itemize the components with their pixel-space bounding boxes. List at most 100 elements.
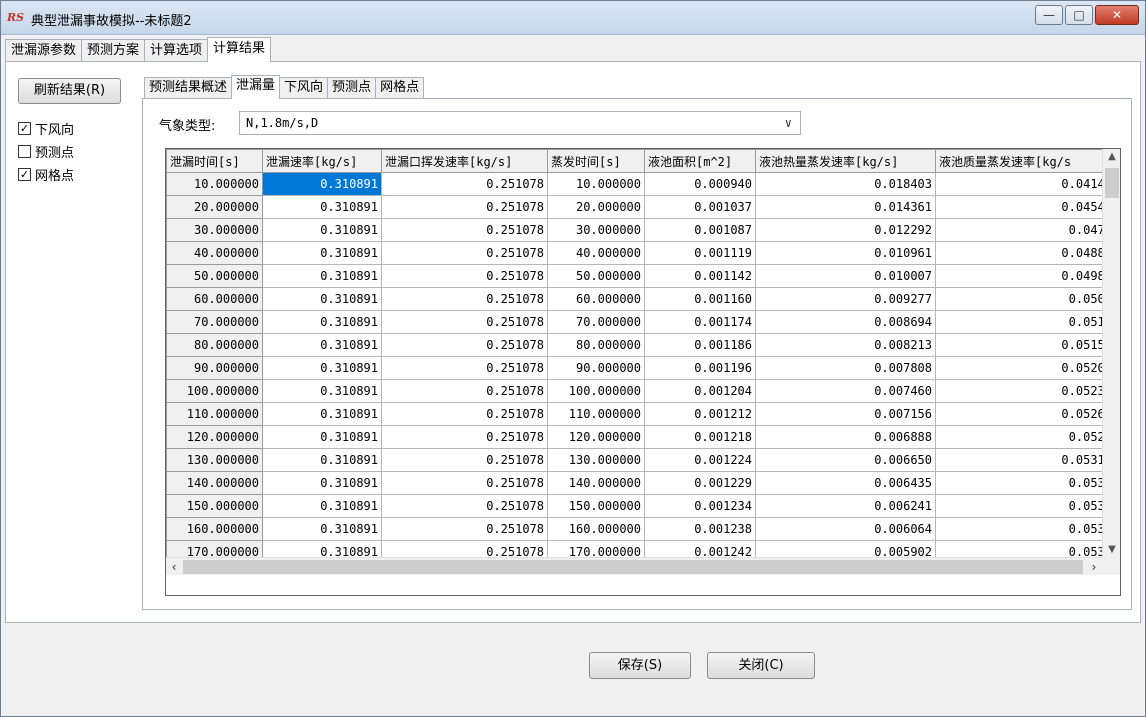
row-header-cell[interactable]: 70.000000 <box>166 310 263 334</box>
checkbox-unchecked-icon[interactable] <box>18 145 31 158</box>
minimize-button[interactable]: — <box>1035 5 1063 25</box>
table-cell[interactable]: 0.001119 <box>644 241 756 265</box>
table-cell[interactable]: 0.0515! <box>935 333 1116 357</box>
table-cell[interactable]: 0.006888 <box>755 425 936 449</box>
table-row[interactable]: 120.000000 0.310891 0.251078 120.000000 0.00… <box>166 425 1116 449</box>
table-cell[interactable]: 0.001234 <box>644 494 756 518</box>
table-cell[interactable]: 0.310891 <box>262 425 382 449</box>
table-cell[interactable]: 0.0520( <box>935 356 1116 380</box>
table-cell[interactable]: 0.001196 <box>644 356 756 380</box>
table-cell[interactable]: 0.251078 <box>381 471 548 495</box>
table-row[interactable]: 40.000000 0.310891 0.251078 40.000000 0.0011… <box>166 241 1116 265</box>
table-row[interactable]: 90.000000 0.310891 0.251078 90.000000 0.0011… <box>166 356 1116 380</box>
row-header-cell[interactable]: 60.000000 <box>166 287 263 311</box>
table-cell[interactable]: 10.000000 <box>547 172 645 196</box>
checkbox-checked-icon[interactable]: ✓ <box>18 168 31 181</box>
table-cell[interactable]: 60.000000 <box>547 287 645 311</box>
table-cell[interactable]: 0.006650 <box>755 448 936 472</box>
table-cell[interactable]: 0.251078 <box>381 356 548 380</box>
table-cell[interactable]: 0.001160 <box>644 287 756 311</box>
sub-tab-1[interactable]: 泄漏量 <box>231 75 281 99</box>
table-cell[interactable]: 0.0526! <box>935 402 1116 426</box>
scroll-down-icon[interactable]: ▼ <box>1103 544 1120 555</box>
table-cell[interactable]: 0.310891 <box>262 241 382 265</box>
row-header-cell[interactable]: 110.000000 <box>166 402 263 426</box>
horizontal-scroll-thumb[interactable] <box>183 560 1083 574</box>
table-cell[interactable]: 0.251078 <box>381 402 548 426</box>
table-cell[interactable]: 0.310891 <box>262 264 382 288</box>
table-cell[interactable]: 0.007460 <box>755 379 936 403</box>
sub-tab-0[interactable]: 预测结果概述 <box>144 77 233 98</box>
table-cell[interactable]: 0.310891 <box>262 195 382 219</box>
table-cell[interactable]: 120.000000 <box>547 425 645 449</box>
column-header[interactable]: 液池热量蒸发速率[kg/s] <box>755 149 936 173</box>
column-header[interactable]: 液池质量蒸发速率[kg/s <box>935 149 1116 173</box>
table-cell[interactable]: 0.001174 <box>644 310 756 334</box>
sub-tab-4[interactable]: 网格点 <box>375 77 425 98</box>
scroll-up-icon[interactable]: ▲ <box>1103 151 1120 162</box>
table-cell[interactable]: 150.000000 <box>547 494 645 518</box>
table-cell[interactable]: 0.310891 <box>262 310 382 334</box>
table-cell[interactable]: 0.012292 <box>755 218 936 242</box>
table-row[interactable]: 20.000000 0.310891 0.251078 20.000000 0.0010… <box>166 195 1116 219</box>
table-row[interactable]: 80.000000 0.310891 0.251078 80.000000 0.0011… <box>166 333 1116 357</box>
table-cell[interactable]: 40.000000 <box>547 241 645 265</box>
table-cell[interactable]: 0.310891 <box>262 379 382 403</box>
checkbox-row-0[interactable]: ✓ 下风向 <box>18 119 74 138</box>
column-header[interactable]: 蒸发时间[s] <box>547 149 645 173</box>
table-cell[interactable]: 0.007808 <box>755 356 936 380</box>
table-row[interactable]: 50.000000 0.310891 0.251078 50.000000 0.0011… <box>166 264 1116 288</box>
column-header[interactable]: 泄漏口挥发速率[kg/s] <box>381 149 548 173</box>
table-cell[interactable]: 0.251078 <box>381 264 548 288</box>
table-cell[interactable]: 0.0414( <box>935 172 1116 196</box>
table-cell[interactable]: 0.001142 <box>644 264 756 288</box>
scroll-left-icon[interactable]: ‹ <box>166 558 182 576</box>
save-button[interactable]: 保存(S) <box>589 652 691 679</box>
table-cell[interactable]: 0.251078 <box>381 310 548 334</box>
close-button[interactable]: 关闭(C) <box>707 652 815 679</box>
table-cell[interactable]: 0.310891 <box>262 333 382 357</box>
table-cell[interactable]: 0.310891 <box>262 356 382 380</box>
table-cell[interactable]: 0.251078 <box>381 425 548 449</box>
table-cell[interactable]: 0.001224 <box>644 448 756 472</box>
row-header-cell[interactable]: 150.000000 <box>166 494 263 518</box>
table-cell[interactable]: 0.001229 <box>644 471 756 495</box>
table-cell[interactable]: 0.0531( <box>935 448 1116 472</box>
table-cell[interactable]: 110.000000 <box>547 402 645 426</box>
main-tab-1[interactable]: 预测方案 <box>81 39 146 61</box>
table-cell[interactable]: 0.000940 <box>644 172 756 196</box>
table-cell[interactable]: 0.006241 <box>755 494 936 518</box>
table-cell[interactable]: 70.000000 <box>547 310 645 334</box>
table-cell[interactable]: 0.001186 <box>644 333 756 357</box>
row-header-cell[interactable]: 140.000000 <box>166 471 263 495</box>
table-row[interactable]: 70.000000 0.310891 0.251078 70.000000 0.0011… <box>166 310 1116 334</box>
checkbox-row-1[interactable]: 预测点 <box>18 142 74 161</box>
table-cell[interactable]: 160.000000 <box>547 517 645 541</box>
table-cell[interactable]: 0.001238 <box>644 517 756 541</box>
table-row[interactable]: 10.000000 0.310891 0.251078 10.000000 0.0009… <box>166 172 1116 196</box>
horizontal-scrollbar[interactable]: ‹ › <box>166 557 1102 575</box>
table-cell[interactable]: 0.001212 <box>644 402 756 426</box>
column-header[interactable]: 泄漏时间[s] <box>166 149 263 173</box>
close-window-button[interactable]: ✕ <box>1095 5 1139 25</box>
table-cell[interactable]: 0.251078 <box>381 517 548 541</box>
results-table[interactable]: 泄漏时间[s] 泄漏速率[kg/s] 泄漏口挥发速率[kg/s] 蒸发时间[s] 液池面… <box>165 148 1121 596</box>
table-cell[interactable]: 0.0505 <box>935 287 1116 311</box>
table-cell[interactable]: 0.0537 <box>935 517 1116 541</box>
table-cell[interactable]: 0.0529 <box>935 425 1116 449</box>
sub-tab-2[interactable]: 下风向 <box>279 77 329 98</box>
table-cell[interactable]: 0.0454! <box>935 195 1116 219</box>
table-cell[interactable]: 0.251078 <box>381 379 548 403</box>
table-cell[interactable]: 0.008694 <box>755 310 936 334</box>
table-row[interactable]: 150.000000 0.310891 0.251078 150.000000 0.00… <box>166 494 1116 518</box>
table-cell[interactable]: 0.251078 <box>381 287 548 311</box>
vertical-scroll-thumb[interactable] <box>1105 168 1119 198</box>
table-cell[interactable]: 0.310891 <box>262 471 382 495</box>
table-cell[interactable]: 0.251078 <box>381 172 548 196</box>
table-cell[interactable]: 0.0533 <box>935 471 1116 495</box>
table-cell[interactable]: 100.000000 <box>547 379 645 403</box>
table-cell[interactable]: 0.0475 <box>935 218 1116 242</box>
main-tab-2[interactable]: 计算选项 <box>144 39 209 61</box>
row-header-cell[interactable]: 160.000000 <box>166 517 263 541</box>
table-cell[interactable]: 30.000000 <box>547 218 645 242</box>
